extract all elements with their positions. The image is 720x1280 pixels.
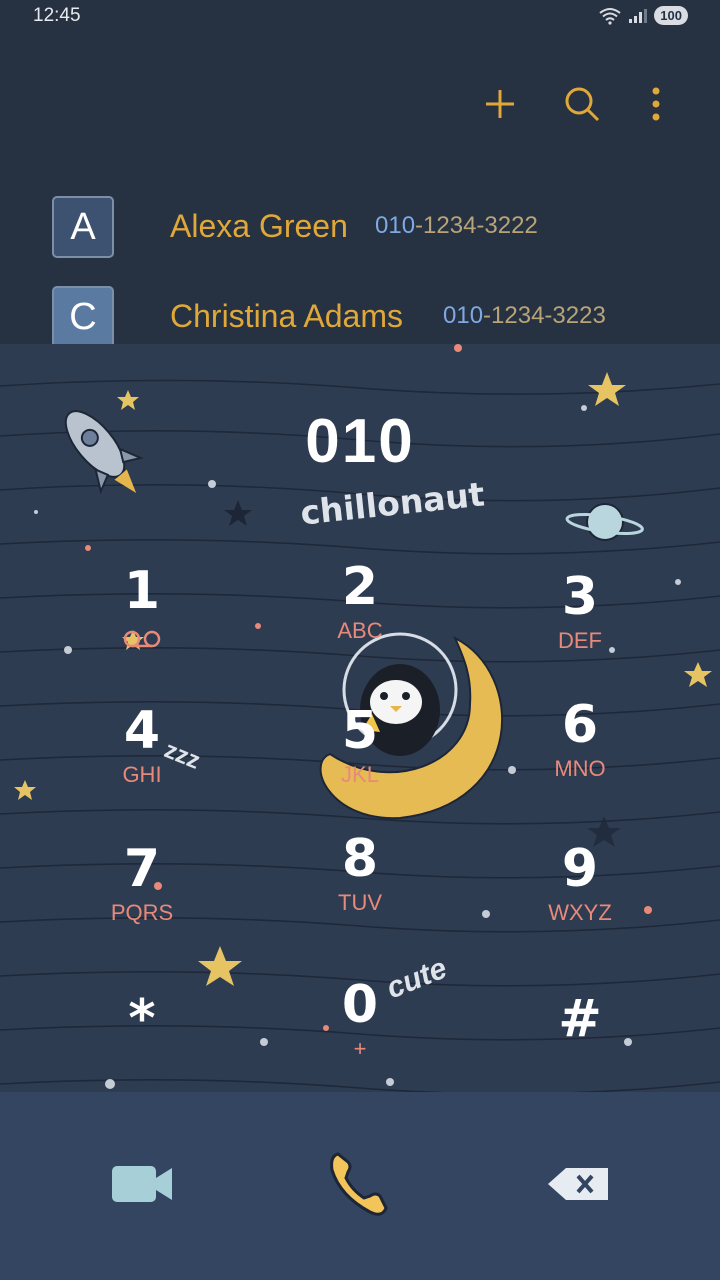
battery-icon: 100 [654, 6, 688, 25]
key-0[interactable]: 0 + [280, 976, 440, 1086]
key-3[interactable]: 3 DEF [500, 568, 660, 678]
key-digit: 6 [561, 695, 599, 755]
wifi-icon [599, 7, 621, 25]
key-letters: JKL [341, 762, 379, 787]
key-digit: 5 [341, 701, 379, 761]
status-bar: 12:45 100 [0, 0, 720, 34]
key-digit: 7 [123, 839, 161, 899]
key-4[interactable]: 4 GHI [62, 702, 222, 812]
video-call-icon[interactable] [102, 1144, 182, 1224]
more-options-icon[interactable] [636, 84, 676, 124]
add-contact-button[interactable] [480, 84, 520, 124]
key-digit: 3 [561, 567, 599, 627]
status-time: 12:45 [33, 5, 81, 26]
status-icons: 100 [598, 6, 688, 25]
number-rest: -1234-3223 [483, 302, 606, 329]
key-9[interactable]: 9 WXYZ [500, 840, 660, 950]
key-letters: TUV [338, 890, 382, 915]
key-5[interactable]: 5 JKL [280, 702, 440, 812]
key-letters: WXYZ [548, 900, 612, 925]
dialed-number: 010 [305, 407, 415, 476]
number-match: 010 [443, 302, 484, 329]
contact-number: 010-1234-3223 [443, 302, 606, 330]
key-7[interactable]: 7 PQRS [62, 840, 222, 950]
key-digit: 2 [341, 557, 379, 617]
key-digit: 0 [341, 975, 379, 1035]
key-hash[interactable]: # [500, 990, 660, 1092]
key-letters: PQRS [110, 900, 174, 925]
bottom-bar [0, 1092, 720, 1280]
signal-icon [629, 8, 648, 23]
contact-name: Alexa Green [170, 208, 348, 244]
key-letters: GHI [122, 762, 162, 787]
backspace-icon[interactable] [540, 1144, 620, 1224]
key-digit: 4 [123, 701, 161, 761]
key-6[interactable]: 6 MNO [500, 696, 660, 806]
voicemail-icon [123, 630, 161, 648]
contact-row[interactable]: A Alexa Green 010-1234-3222 [0, 184, 720, 270]
call-icon[interactable] [320, 1144, 400, 1224]
number-rest: -1234-3222 [415, 212, 538, 239]
key-2[interactable]: 2 ABC [280, 558, 440, 668]
avatar: C [52, 286, 114, 348]
key-8[interactable]: 8 TUV [280, 830, 440, 940]
key-letters: MNO [554, 756, 606, 781]
dialpad: 010 chillonaut zzz cute 1 2 ABC 3 DEF 4 … [0, 344, 720, 1092]
avatar: A [52, 196, 114, 258]
key-1[interactable]: 1 [62, 562, 222, 672]
contact-name: Christina Adams [170, 298, 403, 334]
key-letters: ABC [337, 618, 383, 643]
key-letters: DEF [558, 628, 602, 653]
search-icon[interactable] [562, 84, 602, 124]
key-digit: # [558, 989, 602, 1049]
key-letters: + [353, 1036, 367, 1061]
planet-icon [565, 503, 644, 541]
key-digit: * [128, 989, 156, 1049]
action-bar [0, 70, 720, 140]
key-digit: 8 [341, 829, 379, 889]
key-star[interactable]: * [62, 990, 222, 1092]
number-match: 010 [375, 212, 416, 239]
key-digit: 1 [123, 561, 161, 621]
key-digit: 9 [561, 839, 599, 899]
contact-number: 010-1234-3222 [375, 212, 538, 240]
